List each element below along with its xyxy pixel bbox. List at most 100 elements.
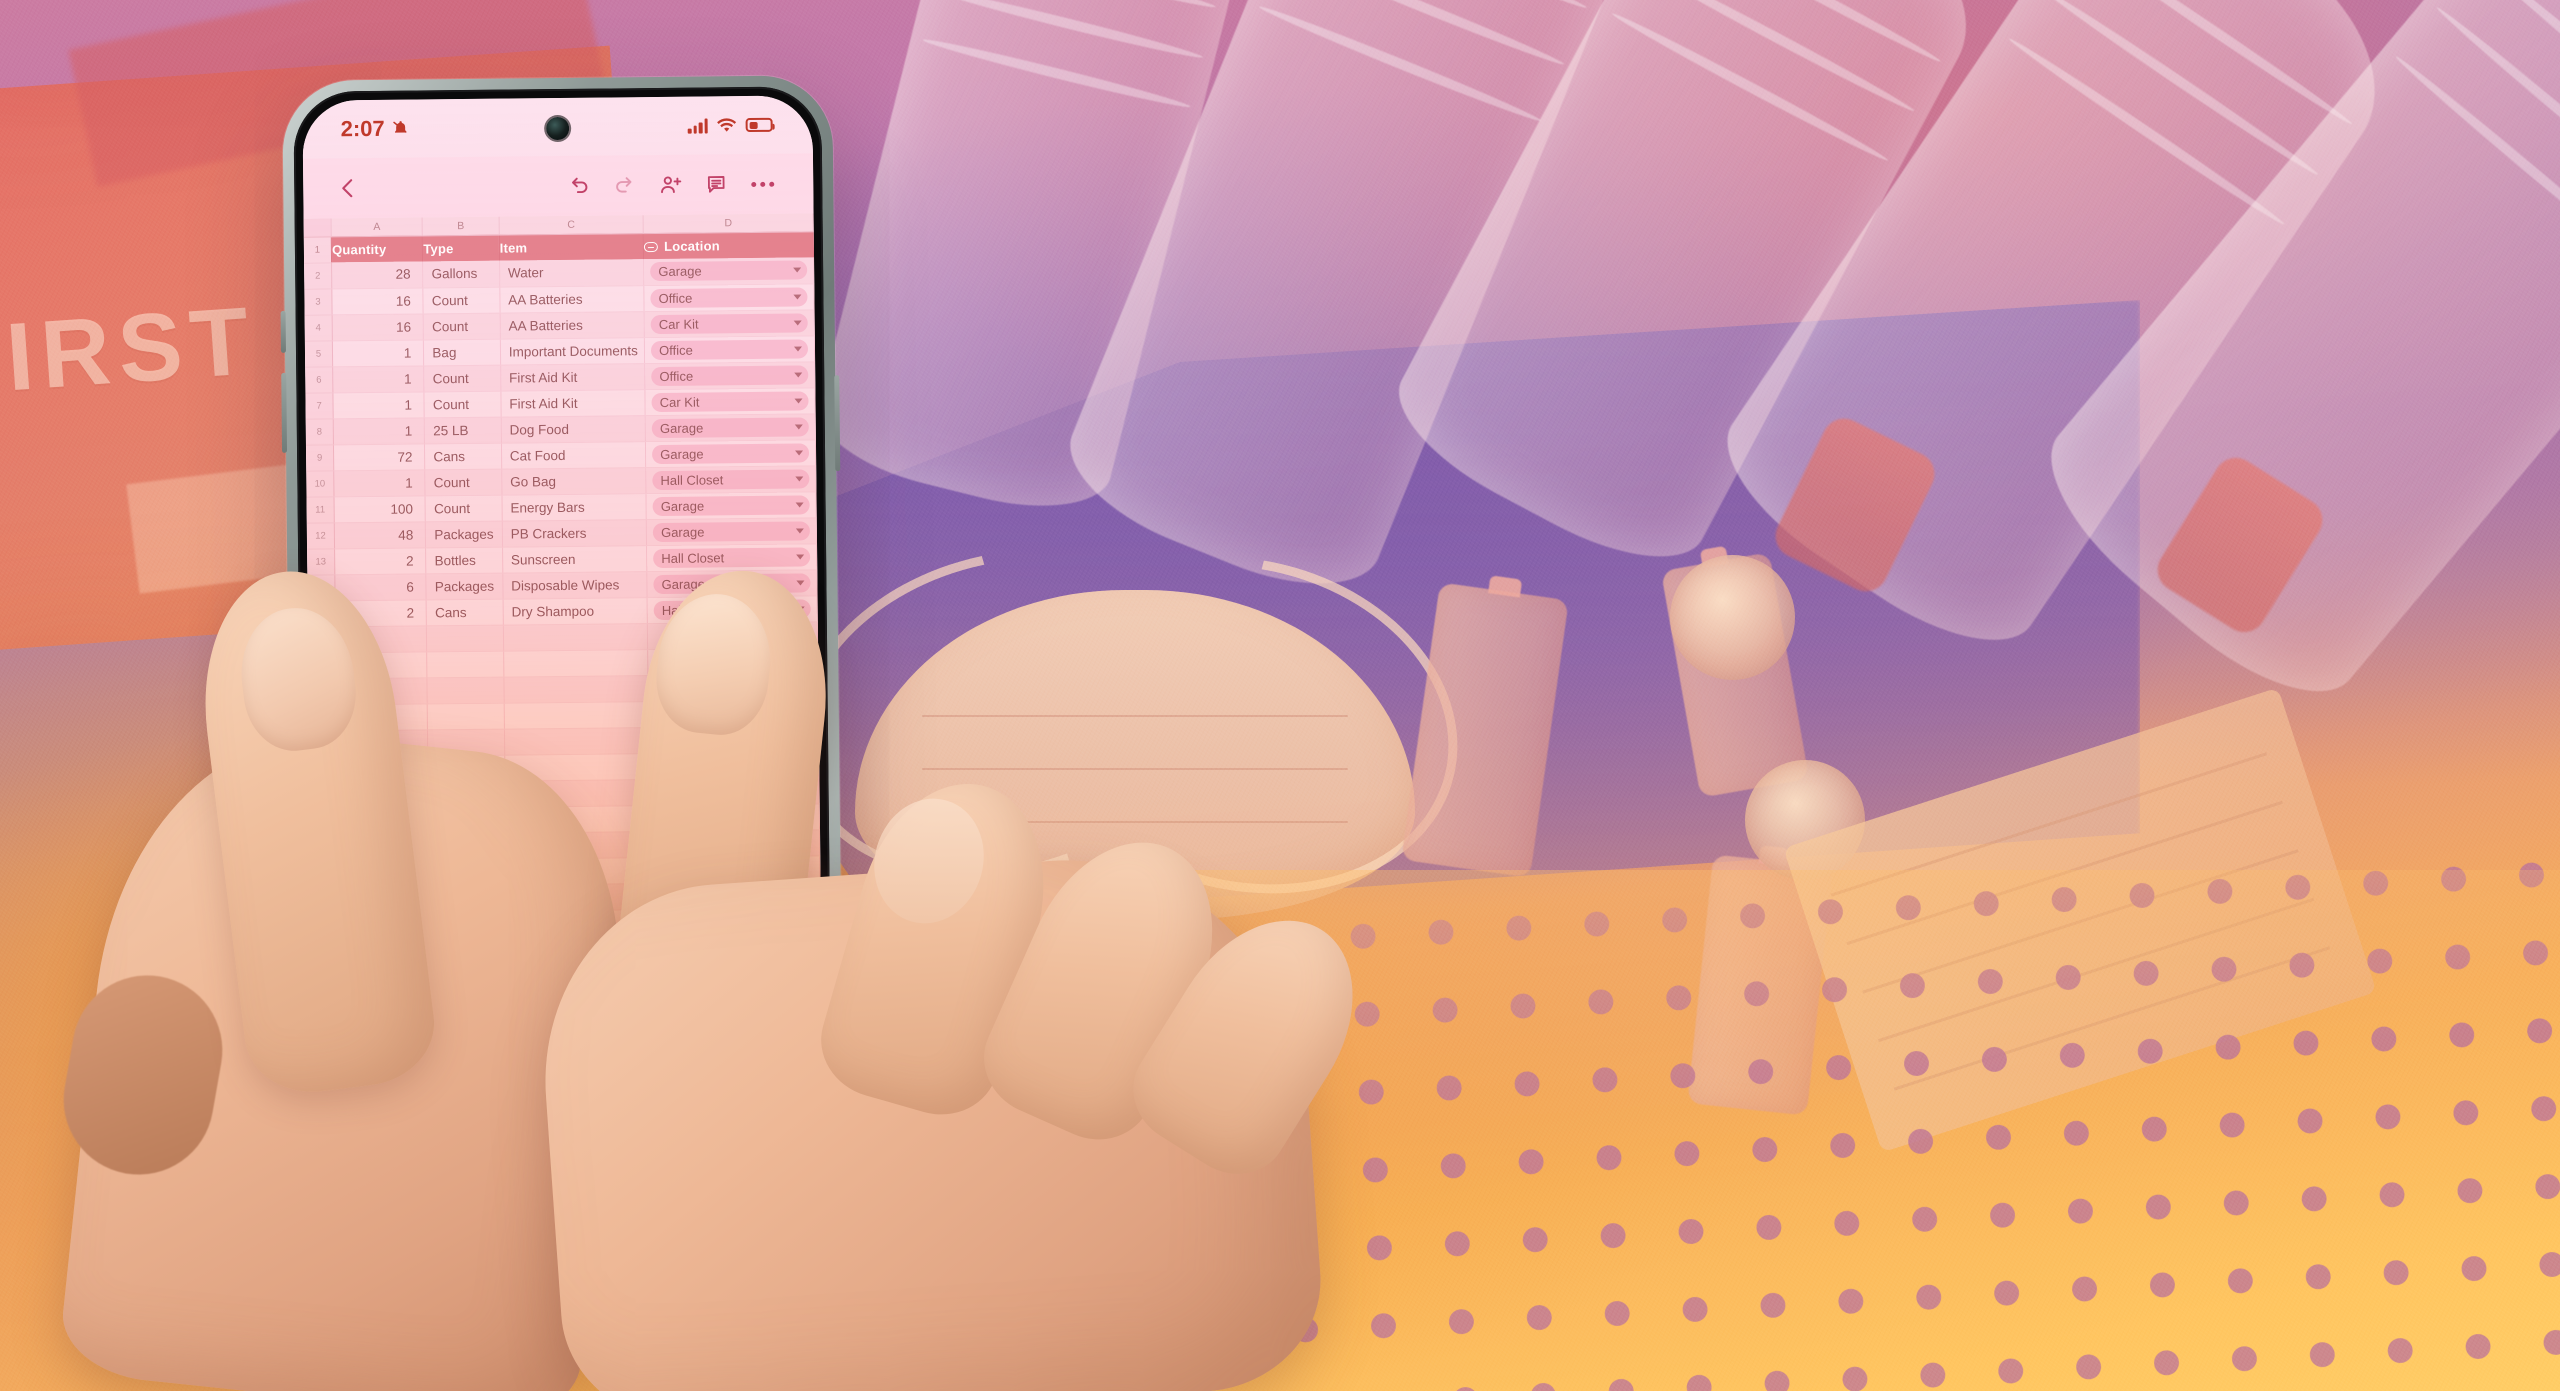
header-quantity[interactable]: Quantity [331,235,423,263]
cell-quantity[interactable]: 1 [333,417,425,445]
cell-location[interactable]: Car Kit [645,387,816,416]
cell-quantity[interactable]: 1 [333,469,426,497]
more-options-icon[interactable] [739,163,785,205]
add-person-icon[interactable] [647,164,693,206]
location-chip[interactable]: Garage [652,442,810,464]
location-chip[interactable]: Garage [652,520,810,542]
comment-icon[interactable] [693,163,739,205]
cell-type[interactable]: 25 LB [424,416,502,444]
chevron-down-icon[interactable] [794,371,803,378]
cell-empty[interactable] [428,832,506,860]
row-number[interactable]: 5 [304,340,333,367]
row-number[interactable] [310,886,339,913]
cell-type[interactable]: Cans [426,598,504,626]
column-letter-d[interactable]: D [643,213,814,234]
column-letter-a[interactable]: A [331,217,423,237]
cell-location[interactable]: Office [643,283,815,312]
cell-location[interactable]: Hall Closet [645,465,816,494]
header-item[interactable]: Item [499,233,644,261]
cell-empty[interactable] [504,779,650,807]
cell-item[interactable]: Dry Shampoo [502,597,648,625]
chevron-down-icon[interactable] [794,423,803,430]
corner-cell[interactable] [303,218,332,237]
cell-location[interactable]: Hall Closet [647,595,818,624]
row-number[interactable]: 4 [304,314,333,341]
sheet-tab-active[interactable]: 2024 Supplies [347,1130,537,1169]
cell-empty[interactable] [337,833,430,861]
cell-type[interactable]: Count [423,286,500,314]
cell-item[interactable]: PB Crackers [502,519,647,547]
cell-empty[interactable] [427,650,504,678]
location-chip[interactable]: Hall Closet [653,598,811,620]
cell-item[interactable]: AA Batteries [499,311,645,339]
cell-location[interactable]: Garage [646,569,818,598]
chevron-down-icon[interactable] [796,605,805,612]
cell-empty[interactable] [649,777,820,806]
chevron-down-icon[interactable] [795,449,804,456]
cell-type[interactable]: Bag [423,338,501,366]
cell-empty[interactable] [647,647,818,676]
row-number[interactable] [309,756,338,783]
row-number[interactable] [309,808,338,835]
volume-down-button[interactable] [281,372,288,453]
cell-location[interactable]: Office [644,361,815,390]
cell-location[interactable]: Garage [645,413,816,442]
cell-empty[interactable] [505,831,650,859]
row-number[interactable]: 1 [303,236,332,263]
phone-screen[interactable]: 2:07 A B C D 1 Quantity Type Item Locati… [302,95,824,1181]
cell-empty[interactable] [505,805,650,833]
row-number[interactable]: 13 [307,548,335,575]
cell-item[interactable]: Go Bag [501,467,647,495]
cell-empty[interactable] [429,884,507,912]
cell-item[interactable]: Sunscreen [502,545,647,573]
cell-location[interactable]: Office [644,335,815,364]
cell-empty[interactable] [337,781,429,809]
location-chip[interactable]: Car Kit [651,390,809,412]
cell-quantity[interactable]: 100 [334,495,426,523]
cell-quantity[interactable]: 16 [331,287,424,315]
row-number[interactable] [308,652,337,679]
row-number[interactable] [307,626,336,653]
row-number[interactable]: 9 [305,444,334,471]
cell-empty[interactable] [503,675,649,703]
column-letter-b[interactable]: B [422,216,500,236]
cell-item[interactable]: Cat Food [501,441,646,469]
volume-up-button[interactable] [280,310,286,353]
row-number[interactable]: 8 [305,418,334,445]
chevron-down-icon[interactable] [793,319,802,326]
row-number[interactable]: 7 [305,392,334,419]
row-number[interactable] [308,704,337,731]
location-chip[interactable]: Office [650,286,808,308]
cell-quantity[interactable]: 2 [334,547,427,575]
cell-location[interactable]: Garage [646,491,817,520]
location-chip[interactable]: Hall Closet [653,546,811,568]
cell-quantity[interactable]: 28 [331,261,424,289]
cell-empty[interactable] [503,623,648,651]
chevron-down-icon[interactable] [506,1143,523,1154]
row-number[interactable] [310,834,338,861]
location-chip[interactable]: Garage [651,416,809,438]
location-chip[interactable]: Car Kit [650,312,808,334]
column-letter-c[interactable]: C [498,215,644,235]
row-number[interactable]: 11 [306,496,335,523]
cell-empty[interactable] [648,699,819,728]
row-number[interactable] [310,860,339,887]
cell-empty[interactable] [504,727,649,755]
cell-empty[interactable] [337,807,429,835]
cell-empty[interactable] [430,936,507,964]
cell-type[interactable]: Packages [425,520,503,548]
cell-type[interactable]: Count [425,468,502,496]
cell-location[interactable]: Car Kit [644,309,815,338]
row-number[interactable]: 15 [307,600,336,627]
row-number[interactable] [308,730,337,757]
cell-item[interactable]: Energy Bars [501,493,647,521]
cell-type[interactable]: Cans [424,442,502,470]
cell-item[interactable]: Water [499,259,644,287]
cell-item[interactable]: First Aid Kit [500,363,646,391]
cell-empty[interactable] [338,885,430,913]
cell-empty[interactable] [428,806,506,834]
chevron-down-icon[interactable] [796,579,805,586]
filter-chip-icon[interactable] [644,242,659,253]
chevron-down-icon[interactable] [793,345,803,352]
row-number[interactable]: 12 [306,522,335,549]
